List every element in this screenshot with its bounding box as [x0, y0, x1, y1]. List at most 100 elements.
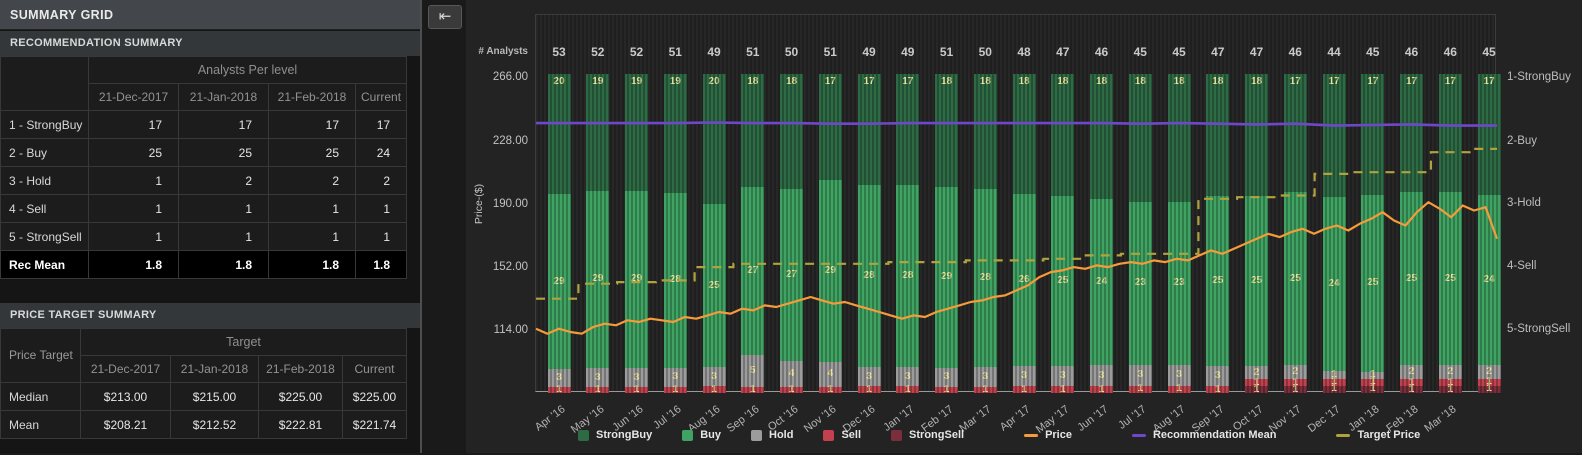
segment-sell[interactable]: 1 [973, 384, 997, 394]
segment-sell[interactable]: 1 [1128, 384, 1152, 394]
segment-strongbuy[interactable]: 18 [1051, 74, 1075, 197]
legend-item[interactable]: Buy [682, 429, 721, 441]
segment-strongbuy[interactable]: 17 [1361, 74, 1385, 195]
segment-sell[interactable]: 1 [935, 384, 958, 394]
segment-strongsell[interactable]: 1 [1322, 384, 1346, 394]
segment-strongbuy[interactable]: 18 [1206, 74, 1230, 197]
segment-sell[interactable]: 1 [625, 384, 648, 394]
recommendation-bar[interactable]: 17 25 2 1 1 [1283, 74, 1307, 394]
recommendation-bar[interactable]: 18 26 3 1 [1012, 74, 1036, 394]
segment-strongbuy[interactable]: 17 [1400, 74, 1423, 192]
segment-strongbuy[interactable]: 18 [935, 74, 958, 187]
legend-item[interactable]: Target Price [1336, 429, 1420, 441]
recommendation-bar[interactable]: 17 28 3 1 [896, 74, 920, 394]
segment-hold[interactable]: 3 [1090, 365, 1113, 387]
segment-strongsell[interactable]: 1 [1245, 384, 1268, 394]
segment-buy[interactable]: 26 [1012, 193, 1036, 367]
recommendation-bar[interactable]: 17 25 2 1 1 [1438, 74, 1462, 394]
legend-item[interactable]: Hold [751, 429, 793, 441]
segment-strongsell[interactable]: 1 [1283, 384, 1307, 394]
recommendation-bar[interactable]: 17 25 2 1 1 [1400, 74, 1423, 394]
segment-strongbuy[interactable]: 18 [1090, 74, 1113, 199]
segment-strongbuy[interactable]: 18 [1012, 74, 1036, 194]
segment-sell[interactable]: 1 [896, 384, 920, 394]
segment-strongbuy[interactable]: 17 [896, 74, 920, 185]
segment-sell[interactable]: 1 [586, 384, 610, 394]
segment-hold[interactable]: 4 [818, 361, 842, 387]
legend-item[interactable]: StrongSell [891, 429, 964, 441]
segment-strongbuy[interactable]: 18 [1167, 74, 1191, 202]
segment-sell[interactable]: 1 [857, 384, 881, 394]
recommendation-bar[interactable]: 18 25 3 1 [1051, 74, 1075, 394]
segment-buy[interactable]: 28 [663, 192, 687, 368]
segment-buy[interactable]: 24 [1477, 194, 1501, 365]
segment-strongsell[interactable]: 1 [1477, 384, 1501, 394]
segment-strongsell[interactable]: 1 [1400, 384, 1423, 394]
segment-buy[interactable]: 25 [702, 204, 726, 367]
segment-hold[interactable]: 4 [780, 361, 803, 387]
segment-sell[interactable]: 1 [818, 384, 842, 394]
recommendation-bar[interactable]: 17 24 1 1 1 [1322, 74, 1346, 394]
segment-strongbuy[interactable]: 18 [973, 74, 997, 189]
recommendation-bar[interactable]: 17 28 3 1 [857, 74, 881, 394]
segment-hold[interactable]: 5 [741, 355, 765, 387]
segment-buy[interactable]: 27 [741, 186, 765, 356]
recommendation-bar[interactable]: 18 29 3 1 [935, 74, 958, 394]
segment-sell[interactable]: 1 [780, 384, 803, 394]
segment-sell[interactable]: 1 [1090, 384, 1113, 394]
recommendation-bar[interactable]: 18 28 3 1 [973, 74, 997, 394]
segment-buy[interactable]: 24 [1090, 198, 1113, 366]
segment-strongbuy[interactable]: 17 [1283, 74, 1307, 192]
recommendation-bar[interactable]: 17 24 2 1 1 [1477, 74, 1501, 394]
segment-strongsell[interactable]: 1 [1361, 384, 1385, 394]
segment-buy[interactable]: 28 [857, 184, 881, 367]
segment-buy[interactable]: 29 [586, 190, 610, 369]
legend-item[interactable]: StrongBuy [578, 429, 652, 441]
recommendation-bar[interactable]: 20 25 3 1 [702, 74, 726, 394]
segment-buy[interactable]: 25 [1361, 194, 1385, 372]
segment-sell[interactable]: 1 [702, 384, 726, 394]
recommendation-bar[interactable]: 18 25 3 1 [1206, 74, 1230, 394]
recommendation-bar[interactable]: 20 29 3 1 [547, 74, 571, 394]
segment-buy[interactable]: 25 [1051, 196, 1075, 366]
segment-buy[interactable]: 24 [1322, 197, 1346, 372]
segment-strongbuy[interactable]: 17 [1477, 74, 1501, 195]
segment-strongbuy[interactable]: 18 [780, 74, 803, 189]
segment-buy[interactable]: 25 [1283, 191, 1307, 366]
segment-buy[interactable]: 29 [818, 180, 842, 362]
segment-strongbuy[interactable]: 20 [547, 74, 571, 195]
recommendation-bar[interactable]: 19 29 3 1 [625, 74, 648, 394]
segment-sell[interactable]: 1 [1012, 384, 1036, 394]
segment-buy[interactable]: 25 [1438, 191, 1462, 366]
panel-splitter[interactable] [420, 0, 422, 453]
segment-sell[interactable]: 1 [1051, 384, 1075, 394]
segment-buy[interactable]: 25 [1400, 191, 1423, 366]
segment-buy[interactable]: 28 [896, 184, 920, 367]
segment-sell[interactable]: 1 [663, 384, 687, 394]
segment-strongbuy[interactable]: 17 [857, 74, 881, 185]
legend-item[interactable]: Recommendation Mean [1131, 429, 1276, 441]
recommendation-bar[interactable]: 18 24 3 1 [1090, 74, 1113, 394]
collapse-panel-button[interactable]: ⇤ [428, 5, 462, 29]
segment-buy[interactable]: 29 [625, 190, 648, 369]
recommendation-bar[interactable]: 18 27 4 1 [780, 74, 803, 394]
segment-sell[interactable]: 1 [547, 384, 571, 394]
segment-strongbuy[interactable]: 19 [586, 74, 610, 191]
segment-buy[interactable]: 29 [547, 194, 571, 369]
segment-buy[interactable]: 29 [935, 186, 958, 368]
segment-sell[interactable]: 1 [741, 384, 765, 394]
segment-buy[interactable]: 27 [780, 188, 803, 362]
legend-item[interactable]: Sell [823, 429, 861, 441]
segment-strongbuy[interactable]: 17 [1438, 74, 1462, 192]
recommendation-bar[interactable]: 17 29 4 1 [818, 74, 842, 394]
segment-strongbuy[interactable]: 18 [741, 74, 765, 187]
recommendation-bar[interactable]: 17 25 1 1 1 [1361, 74, 1385, 394]
segment-strongbuy[interactable]: 17 [1322, 74, 1346, 198]
recommendation-bar[interactable]: 19 28 3 1 [663, 74, 687, 394]
recommendation-bar[interactable]: 18 27 5 1 [741, 74, 765, 394]
segment-buy[interactable]: 25 [1206, 196, 1230, 366]
segment-buy[interactable]: 23 [1167, 201, 1191, 365]
segment-buy[interactable]: 23 [1128, 201, 1152, 365]
recommendation-bar[interactable]: 18 23 3 1 [1167, 74, 1191, 394]
segment-sell[interactable]: 1 [1206, 384, 1230, 394]
